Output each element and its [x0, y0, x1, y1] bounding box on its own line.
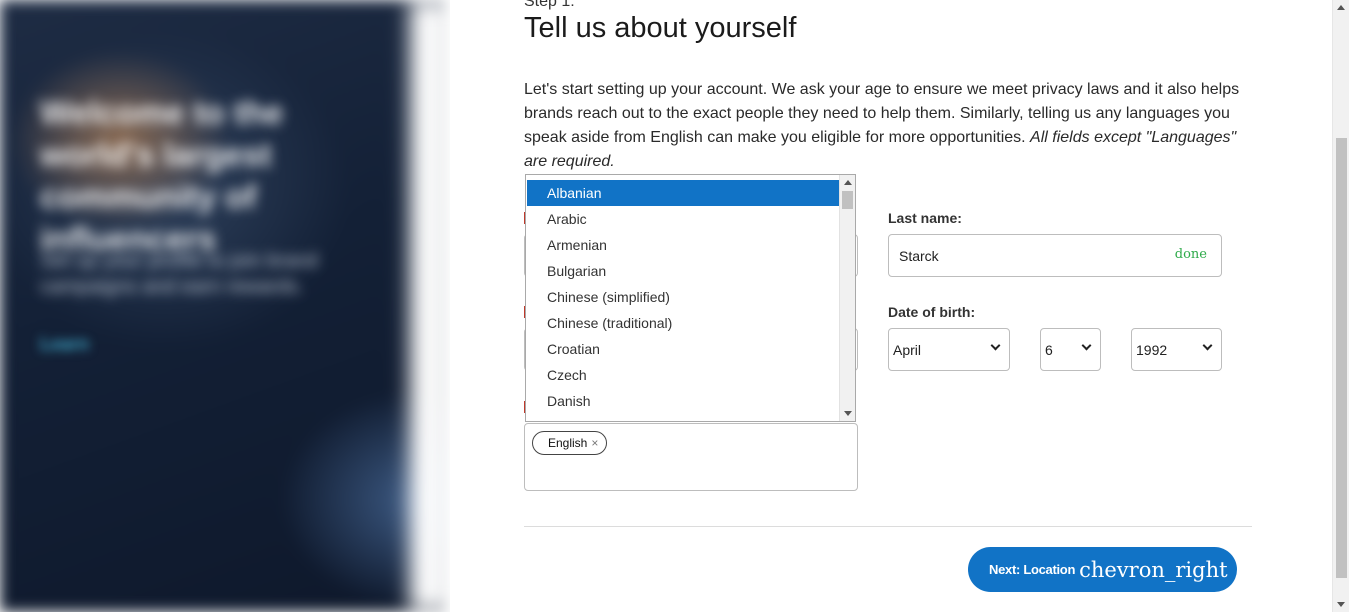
- last-name-label: Last name:: [888, 210, 962, 226]
- dropdown-scrollbar[interactable]: [839, 175, 855, 421]
- dob-day-select[interactable]: 6: [1040, 328, 1101, 371]
- dropdown-option[interactable]: Chinese (traditional): [527, 310, 839, 336]
- dob-year-select[interactable]: 1992: [1131, 328, 1222, 371]
- scroll-down-arrow-icon[interactable]: [844, 411, 852, 416]
- page-title: Tell us about yourself: [524, 12, 797, 44]
- dob-year-value: 1992: [1136, 341, 1168, 358]
- chevron-down-icon: [1202, 340, 1213, 351]
- scroll-up-arrow-icon[interactable]: [844, 180, 852, 185]
- dob-day-value: 6: [1045, 341, 1053, 358]
- chevron-down-icon: [990, 340, 1001, 351]
- scroll-up-arrow-icon[interactable]: [1337, 5, 1345, 10]
- last-name-input[interactable]: Starck done: [888, 234, 1222, 277]
- dropdown-option[interactable]: Dutch: [527, 414, 839, 421]
- page-scrollbar[interactable]: [1332, 0, 1349, 612]
- dropdown-option[interactable]: Armenian: [527, 232, 839, 258]
- language-tag[interactable]: English ×: [532, 431, 608, 455]
- chevron-down-icon: [1081, 340, 1092, 351]
- dropdown-option[interactable]: Bulgarian: [527, 258, 839, 284]
- dob-month-select[interactable]: April: [888, 328, 1010, 371]
- hero-subtitle: Set up your profile to join brand campai…: [40, 250, 318, 298]
- next-location-button[interactable]: Next: Location chevron_right: [968, 547, 1237, 592]
- dropdown-option[interactable]: Albanian: [527, 180, 839, 206]
- dropdown-option[interactable]: Czech: [527, 362, 839, 388]
- hero-title: Welcome to the world's largest community…: [40, 94, 284, 257]
- dropdown-option[interactable]: Chinese (simplified): [527, 284, 839, 310]
- page-scroll-thumb[interactable]: [1336, 138, 1347, 578]
- hero-link[interactable]: Learn: [40, 334, 89, 355]
- divider: [524, 526, 1252, 527]
- hero-panel: Welcome to the world's largest community…: [0, 0, 450, 612]
- intro-text: Let's start setting up your account. We …: [524, 78, 1244, 174]
- language-tag-label: English: [548, 436, 588, 450]
- dob-month-value: April: [893, 341, 922, 358]
- remove-tag-icon[interactable]: ×: [591, 436, 598, 450]
- scroll-down-arrow-icon[interactable]: [1337, 602, 1345, 607]
- dropdown-option[interactable]: Croatian: [527, 336, 839, 362]
- signup-page: Welcome to the world's largest community…: [0, 0, 1366, 612]
- step-label: Step 1:: [524, 0, 575, 10]
- dob-label: Date of birth:: [888, 304, 976, 320]
- last-name-value: Starck: [899, 247, 939, 264]
- dropdown-option[interactable]: Danish: [527, 388, 839, 414]
- dropdown-scroll-thumb[interactable]: [842, 191, 853, 209]
- languages-input[interactable]: English ×: [524, 423, 858, 491]
- dropdown-option[interactable]: Arabic: [527, 206, 839, 232]
- chevron-right-icon: chevron_right: [1079, 557, 1228, 582]
- languages-dropdown[interactable]: Albanian Arabic Armenian Bulgarian Chine…: [525, 174, 856, 422]
- next-button-label: Next: Location: [989, 562, 1076, 577]
- done-icon: done: [1174, 247, 1207, 262]
